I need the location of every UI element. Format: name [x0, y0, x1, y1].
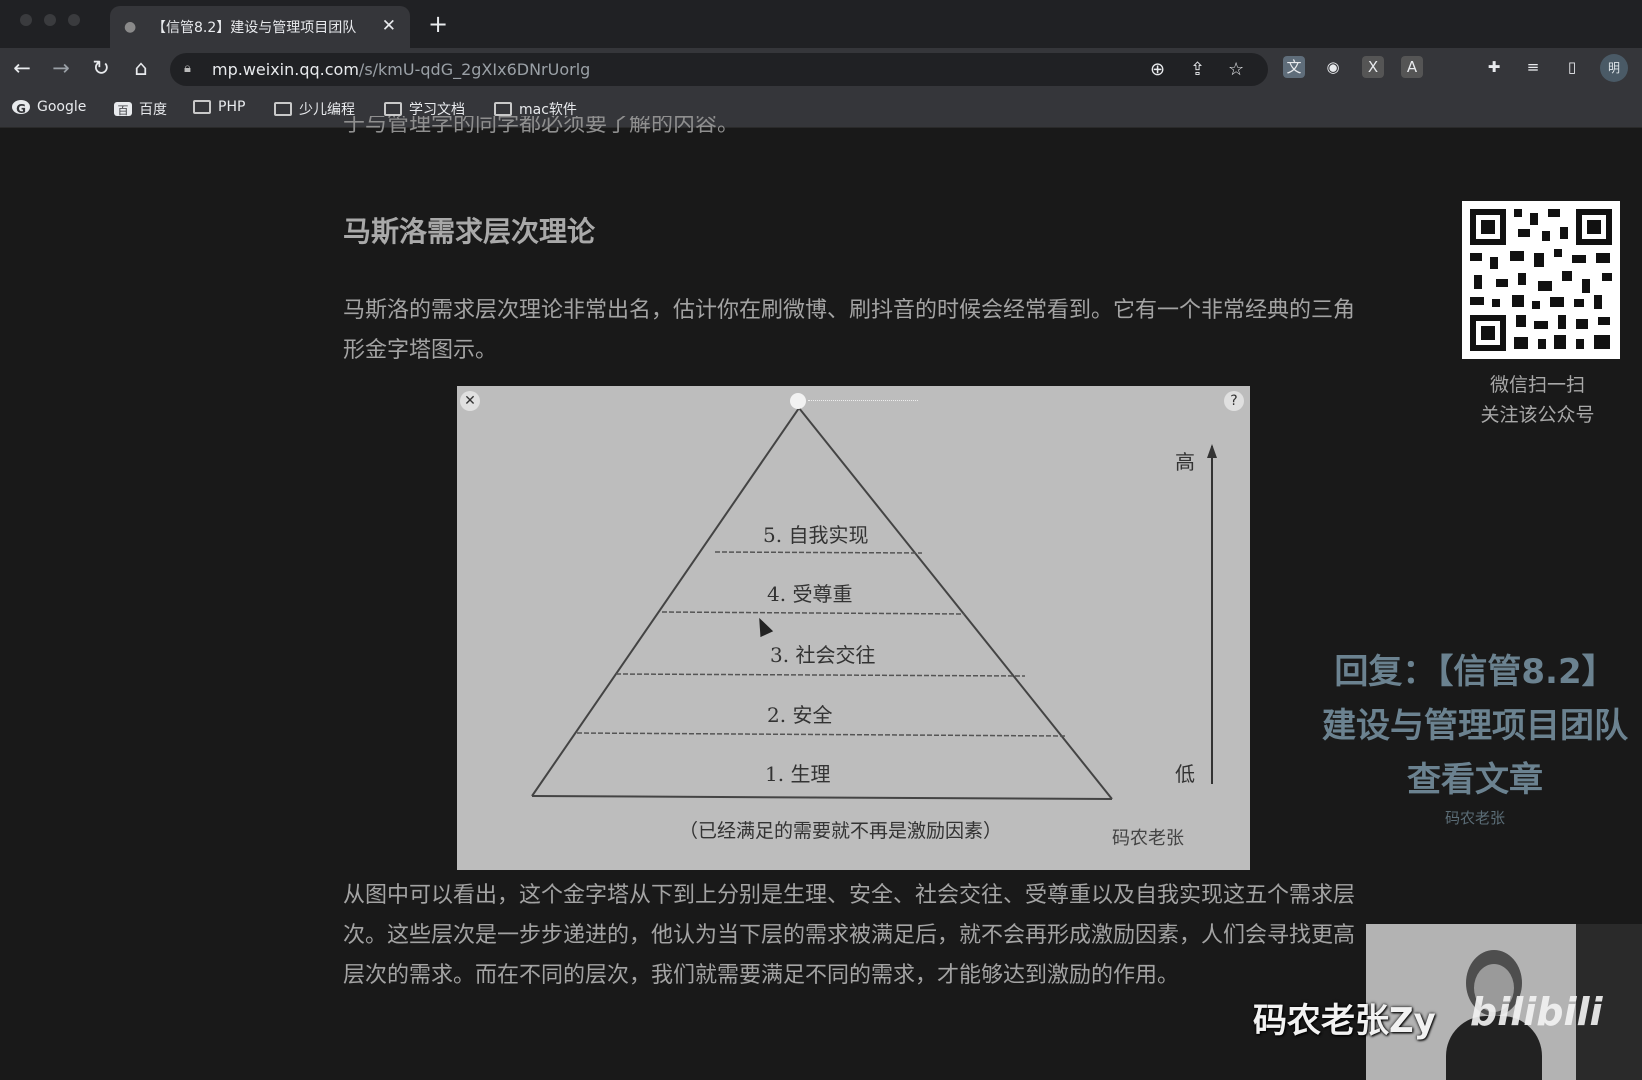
folder-icon	[274, 102, 292, 116]
home-icon[interactable]: ⌂	[128, 56, 154, 80]
browser-toolbar: ← → ↻ ⌂ 🔒︎ mp.weixin.qq.com/s/kmU-qdG_2g…	[0, 48, 1642, 91]
section-heading: 马斯洛需求层次理论	[343, 215, 596, 248]
share-icon[interactable]: ⇪	[1190, 59, 1205, 80]
bookmark-baidu[interactable]: 百 百度	[114, 99, 167, 119]
slider-track	[808, 400, 918, 401]
help-icon[interactable]: ?	[1224, 391, 1244, 411]
figure-caption: （已经满足的需要就不再是激励因素）	[679, 820, 1003, 842]
slider-handle[interactable]	[790, 393, 806, 409]
address-bar[interactable]: 🔒︎ mp.weixin.qq.com/s/kmU-qdG_2gXIx6DNrU…	[170, 53, 1268, 86]
figure-watermark: 码农老张	[1112, 828, 1184, 849]
tab-close-icon[interactable]: ✕	[382, 16, 396, 36]
folder-icon	[384, 102, 402, 116]
folder-icon	[193, 100, 211, 114]
level-esteem: 4. 受尊重	[767, 582, 853, 606]
qr-code-pattern	[1470, 209, 1612, 351]
maximize-window-button[interactable]	[68, 14, 80, 26]
url-path: /s/kmU-qdG_2gXIx6DNrUorlg	[358, 60, 591, 79]
extensions-puzzle-icon[interactable]: ✚	[1483, 56, 1505, 78]
baidu-icon: 百	[114, 102, 132, 117]
close-window-button[interactable]	[20, 14, 32, 26]
back-arrow-icon[interactable]: ←	[9, 56, 35, 80]
bookmarks-bar: G Google 百 百度 PHP 少儿编程 学习文档 mac软件	[0, 91, 1642, 128]
google-icon: G	[12, 100, 30, 116]
wechat-icon: ●	[124, 19, 137, 35]
level-divider	[615, 673, 1026, 677]
uploader-watermark: 码农老张Zy	[1253, 1001, 1436, 1041]
qr-follow-text: 关注该公众号	[1480, 404, 1595, 426]
level-divider	[661, 611, 966, 615]
cut-off-text-line: 于与管理学的同学都必须要了解的内容。	[343, 116, 803, 134]
active-tab[interactable]: ● 【信管8.2】建设与管理项目团队 ✕	[110, 6, 410, 48]
bookmark-google[interactable]: G Google	[12, 99, 87, 116]
bookmark-php[interactable]: PHP	[193, 99, 245, 115]
window-controls	[20, 14, 80, 26]
level-social: 3. 社会交往	[770, 643, 876, 667]
qr-code	[1462, 201, 1620, 359]
qr-scan-text: 微信扫一扫	[1489, 374, 1585, 396]
promo-overlay: 回复：【信管8.2】 建设与管理项目团队 查看文章 码农老张	[1300, 645, 1642, 828]
bookmark-label: 百度	[139, 102, 167, 118]
promo-line-1: 回复：【信管8.2】	[1334, 652, 1616, 692]
axis-arrowhead	[1207, 444, 1217, 458]
intro-paragraph: 马斯洛的需求层次理论非常出名，估计你在刷微博、刷抖音的时候会经常看到。它有一个非…	[343, 298, 1356, 363]
profile-avatar[interactable]: 明	[1600, 54, 1628, 82]
promo-line-2: 建设与管理项目团队	[1322, 706, 1628, 746]
font-extension-icon[interactable]: A	[1401, 56, 1423, 78]
bookmark-label: Google	[37, 99, 87, 115]
new-tab-button[interactable]: +	[428, 10, 448, 38]
reading-list-icon[interactable]: ≡	[1522, 56, 1544, 78]
zoom-icon[interactable]: ⊕	[1150, 59, 1165, 80]
circle-extension-icon[interactable]: ◉	[1322, 56, 1344, 78]
level-physiological: 1. 生理	[765, 762, 831, 786]
bookmark-label: PHP	[218, 99, 246, 115]
close-icon[interactable]: ✕	[460, 391, 480, 411]
level-divider	[714, 551, 923, 554]
tab-strip: ● 【信管8.2】建设与管理项目团队 ✕ +	[0, 0, 1642, 48]
qr-card: 微信扫一扫 关注该公众号	[1433, 180, 1642, 460]
side-panel-icon[interactable]: ▯	[1561, 56, 1583, 78]
minimize-window-button[interactable]	[44, 14, 56, 26]
axis-high-label: 高	[1175, 450, 1195, 474]
level-divider	[576, 732, 1066, 737]
pyramid-base	[531, 795, 1113, 800]
level-self-actualization: 5. 自我实现	[763, 523, 869, 547]
axis-low-label: 低	[1175, 762, 1195, 786]
bilibili-logo: bilibili	[1470, 990, 1603, 1034]
maslow-pyramid-figure[interactable]: ✕ ? 1. 生理 2. 安全 3. 社会交往 4. 受尊重 5. 自我实现 高…	[457, 386, 1250, 870]
lock-icon[interactable]: 🔒︎	[184, 61, 191, 76]
translate-extension-icon[interactable]: 文	[1283, 56, 1305, 78]
tab-title: 【信管8.2】建设与管理项目团队	[152, 20, 357, 36]
reload-icon[interactable]: ↻	[88, 56, 114, 80]
folder-icon	[494, 102, 512, 116]
cut-off-text: 于与管理学的同学都必须要了解的内容。	[343, 116, 740, 134]
promo-line-3: 查看文章	[1407, 760, 1543, 800]
x-extension-icon[interactable]: X	[1362, 56, 1384, 78]
pyramid-drawing	[531, 406, 1217, 800]
body-paragraph: 从图中可以看出，这个金字塔从下到上分别是生理、安全、社会交往、受尊重以及自我实现…	[343, 883, 1356, 988]
promo-author: 码农老张	[1444, 809, 1505, 827]
bookmark-star-icon[interactable]: ☆	[1228, 59, 1244, 80]
level-safety: 2. 安全	[767, 703, 833, 727]
forward-arrow-icon[interactable]: →	[48, 56, 74, 80]
url-host: mp.weixin.qq.com	[212, 60, 359, 79]
url-text[interactable]: mp.weixin.qq.com/s/kmU-qdG_2gXIx6DNrUorl…	[212, 60, 590, 79]
